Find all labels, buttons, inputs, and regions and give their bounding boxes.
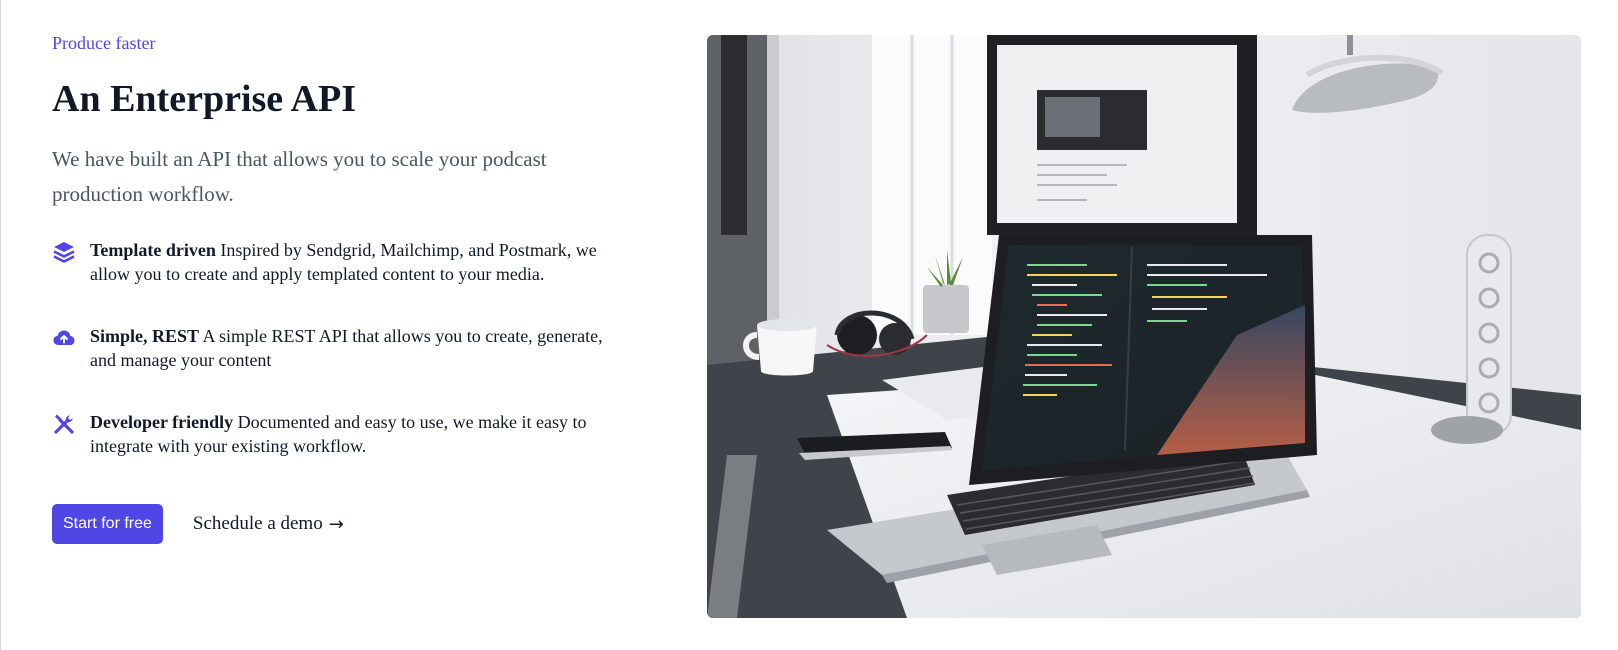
section-title: An Enterprise API [52,78,356,120]
schedule-demo-link[interactable]: Schedule a demo → [193,513,344,535]
feature-template-driven: Template driven Inspired by Sendgrid, Ma… [52,238,632,286]
section-description: We have built an API that allows you to … [52,147,547,206]
feature-section-copy: Produce faster An Enterprise API We have… [52,32,632,458]
feature-simple-rest: Simple, REST A simple REST API that allo… [52,324,632,372]
start-for-free-button[interactable]: Start for free [52,504,163,544]
feature-title: Template driven [90,240,216,260]
stack-layers-icon [53,242,75,263]
tools-icon [54,414,74,434]
section-eyebrow: Produce faster [52,33,156,53]
feature-list: Template driven Inspired by Sendgrid, Ma… [52,238,632,458]
hero-photo [707,35,1581,618]
feature-title: Developer friendly [90,412,234,432]
feature-title: Simple, REST [90,326,200,346]
cta-group: Start for free Schedule a demo → [52,504,344,544]
cloud-upload-icon [53,330,75,345]
schedule-demo-label: Schedule a demo [192,513,323,534]
laptop-desk-illustration [707,35,1581,618]
page-edge-divider [0,0,1,650]
arrow-right-icon: → [328,513,344,535]
feature-developer-friendly: Developer friendly Documented and easy t… [52,410,632,458]
